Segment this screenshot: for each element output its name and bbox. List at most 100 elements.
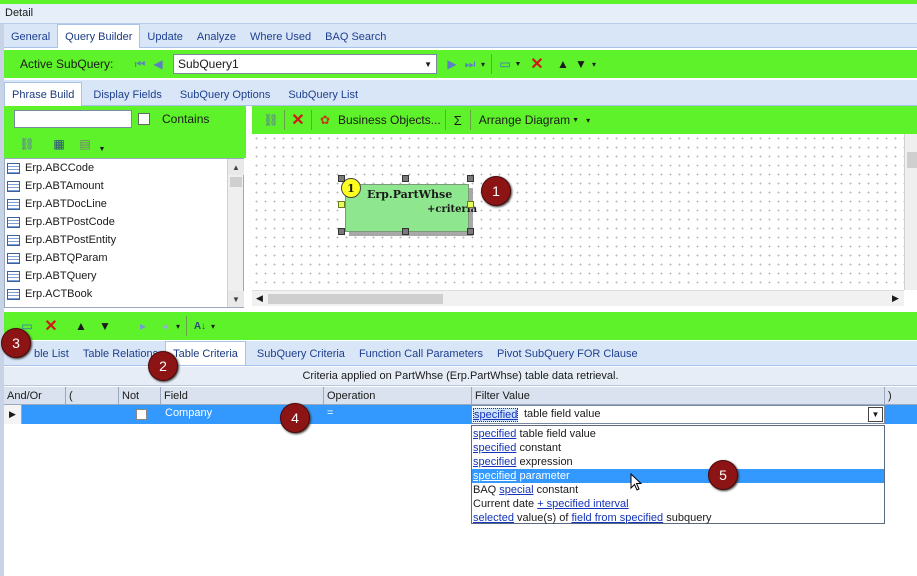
next-record-icon[interactable]: ▶ — [443, 55, 461, 73]
dropdown-arrow-icon[interactable]: ▼ — [514, 55, 522, 73]
move-down-icon[interactable]: ▼ — [572, 55, 590, 73]
dropdown-arrow-icon[interactable]: ▼ — [572, 117, 579, 124]
scroll-down-icon[interactable]: ▼ — [228, 291, 244, 307]
resize-handle[interactable] — [402, 228, 409, 235]
move-up-icon[interactable]: ▲ — [72, 317, 90, 335]
table-search-input[interactable] — [14, 110, 132, 128]
filter-option[interactable]: specified table field value — [472, 427, 884, 441]
delete-icon[interactable]: ✕ — [289, 111, 307, 129]
move-up-icon[interactable]: ▲ — [554, 55, 572, 73]
resize-handle[interactable] — [338, 201, 345, 208]
scroll-thumb[interactable] — [268, 294, 443, 304]
filter-option-link[interactable]: specified — [473, 456, 516, 468]
scroll-up-icon[interactable]: ▲ — [228, 159, 244, 175]
filter-option[interactable]: selected value(s) of field from specifie… — [472, 511, 884, 525]
tab-baq-search[interactable]: BAQ Search — [318, 25, 393, 49]
subquery-select[interactable]: SubQuery1 ▼ — [173, 54, 437, 74]
table-list-item[interactable]: Erp.ABCCode — [5, 159, 227, 177]
tab-analyze[interactable]: Analyze — [190, 25, 243, 49]
contains-checkbox[interactable] — [138, 113, 150, 125]
table-list-item[interactable]: Erp.ABTQParam — [5, 249, 227, 267]
filter-option[interactable]: specified constant — [472, 441, 884, 455]
indent-icon[interactable]: ▸ — [134, 317, 152, 335]
column-header-filter-value[interactable]: Filter Value — [472, 387, 885, 405]
tab-subquery-options[interactable]: SubQuery Options — [173, 83, 278, 107]
tab-where-used[interactable]: Where Used — [243, 25, 318, 49]
filter-value-link[interactable]: specified — [473, 408, 519, 422]
tab-function-call-parameters[interactable]: Function Call Parameters — [352, 342, 490, 366]
last-record-icon[interactable]: ⏭ — [461, 55, 479, 73]
delete-icon[interactable]: ✕ — [42, 317, 60, 335]
resize-handle[interactable] — [467, 201, 474, 208]
resize-handle[interactable] — [467, 175, 474, 182]
tab-pivot-subquery[interactable]: Pivot SubQuery FOR Clause — [490, 342, 645, 366]
delete-icon[interactable]: ✕ — [528, 55, 546, 73]
outdent-icon[interactable]: ◂ — [156, 317, 174, 335]
filter-option[interactable]: BAQ special constant — [472, 483, 884, 497]
new-page-icon[interactable]: ▭ — [496, 55, 514, 73]
grid-view-icon[interactable]: ▦ — [50, 135, 68, 153]
resize-handle[interactable] — [338, 175, 345, 182]
resize-handle[interactable] — [467, 228, 474, 235]
overflow-icon[interactable]: ▾ — [209, 317, 217, 335]
filter-option-link[interactable]: special — [499, 484, 533, 496]
filter-option-link[interactable]: field from specified — [571, 512, 663, 524]
column-header-and-or[interactable]: And/Or — [4, 387, 66, 405]
link-icon[interactable]: ⛓ — [262, 111, 280, 129]
filter-option-link[interactable]: specified — [473, 442, 516, 454]
dropdown-arrow-icon[interactable]: ▼ — [98, 140, 106, 158]
filter-dropdown-button[interactable]: ▼ — [868, 407, 883, 422]
tables-list-scrollbar[interactable]: ▲ ▼ — [227, 159, 244, 307]
table-list-item[interactable]: Erp.ABTPostEntity — [5, 231, 227, 249]
first-record-icon[interactable]: ⏮ — [131, 55, 149, 73]
business-objects-button[interactable]: Business Objects... — [338, 113, 441, 127]
column-header-open-paren[interactable]: ( — [66, 387, 119, 405]
column-header-field[interactable]: Field — [161, 387, 324, 405]
scroll-thumb[interactable] — [230, 177, 242, 187]
table-list-item[interactable]: Erp.ABTAmount — [5, 177, 227, 195]
scroll-right-icon[interactable]: ▶ — [892, 293, 899, 304]
overflow-icon[interactable]: ▾ — [590, 55, 598, 73]
previous-record-icon[interactable]: ◀ — [149, 55, 167, 73]
tab-subquery-list[interactable]: SubQuery List — [281, 83, 365, 107]
tab-subquery-criteria[interactable]: SubQuery Criteria — [250, 342, 352, 366]
scroll-thumb[interactable] — [907, 152, 917, 168]
tab-display-fields[interactable]: Display Fields — [86, 83, 168, 107]
not-checkbox[interactable] — [136, 409, 147, 420]
table-list-item[interactable]: Erp.ACTBook — [5, 285, 227, 303]
save-icon[interactable]: ▤ — [76, 135, 94, 153]
filter-option[interactable]: specified parameter — [472, 469, 884, 483]
filter-option[interactable]: specified expression — [472, 455, 884, 469]
column-header-operation[interactable]: Operation — [324, 387, 472, 405]
operation-cell[interactable]: = — [327, 407, 333, 419]
overflow-icon[interactable]: ▾ — [479, 55, 487, 73]
filter-option-link[interactable]: + specified interval — [537, 498, 628, 510]
field-cell[interactable]: Company — [165, 407, 212, 419]
table-list-item[interactable]: Erp.ABTPostCode — [5, 213, 227, 231]
sort-az-icon[interactable]: A↓ — [191, 317, 209, 335]
overflow-icon[interactable]: ▾ — [174, 317, 182, 335]
filter-option[interactable]: Current date + specified interval — [472, 497, 884, 511]
diagram-vscrollbar[interactable] — [904, 134, 917, 290]
criteria-row[interactable]: ▶ Company = specified table field value … — [4, 405, 917, 424]
sigma-icon[interactable]: Σ — [454, 113, 462, 128]
diagram-hscrollbar[interactable]: ◀ ▶ — [252, 290, 904, 306]
column-header-close-paren[interactable]: ) — [885, 387, 917, 405]
move-down-icon[interactable]: ▼ — [96, 317, 114, 335]
column-header-not[interactable]: Not — [119, 387, 161, 405]
business-objects-icon[interactable]: ✿ — [316, 111, 334, 129]
filter-option-link[interactable]: specified — [473, 470, 516, 482]
resize-handle[interactable] — [338, 228, 345, 235]
filter-value-editor[interactable]: specified table field value ▼ — [471, 405, 885, 424]
tab-query-builder[interactable]: Query Builder — [57, 24, 141, 48]
resize-handle[interactable] — [402, 175, 409, 182]
tab-general[interactable]: General — [4, 25, 57, 49]
filter-option-link[interactable]: selected — [473, 512, 514, 524]
tab-update[interactable]: Update — [140, 25, 189, 49]
arrange-diagram-button[interactable]: Arrange Diagram — [479, 113, 570, 127]
table-node-erp-partwhse[interactable]: Erp.PartWhse +criteria 1 — [338, 175, 477, 236]
table-list-item[interactable]: Erp.ABTDocLine — [5, 195, 227, 213]
link-icon[interactable]: ⛓ — [18, 135, 36, 153]
tab-phrase-build[interactable]: Phrase Build — [4, 82, 83, 106]
table-list-item[interactable]: Erp.ABTQuery — [5, 267, 227, 285]
